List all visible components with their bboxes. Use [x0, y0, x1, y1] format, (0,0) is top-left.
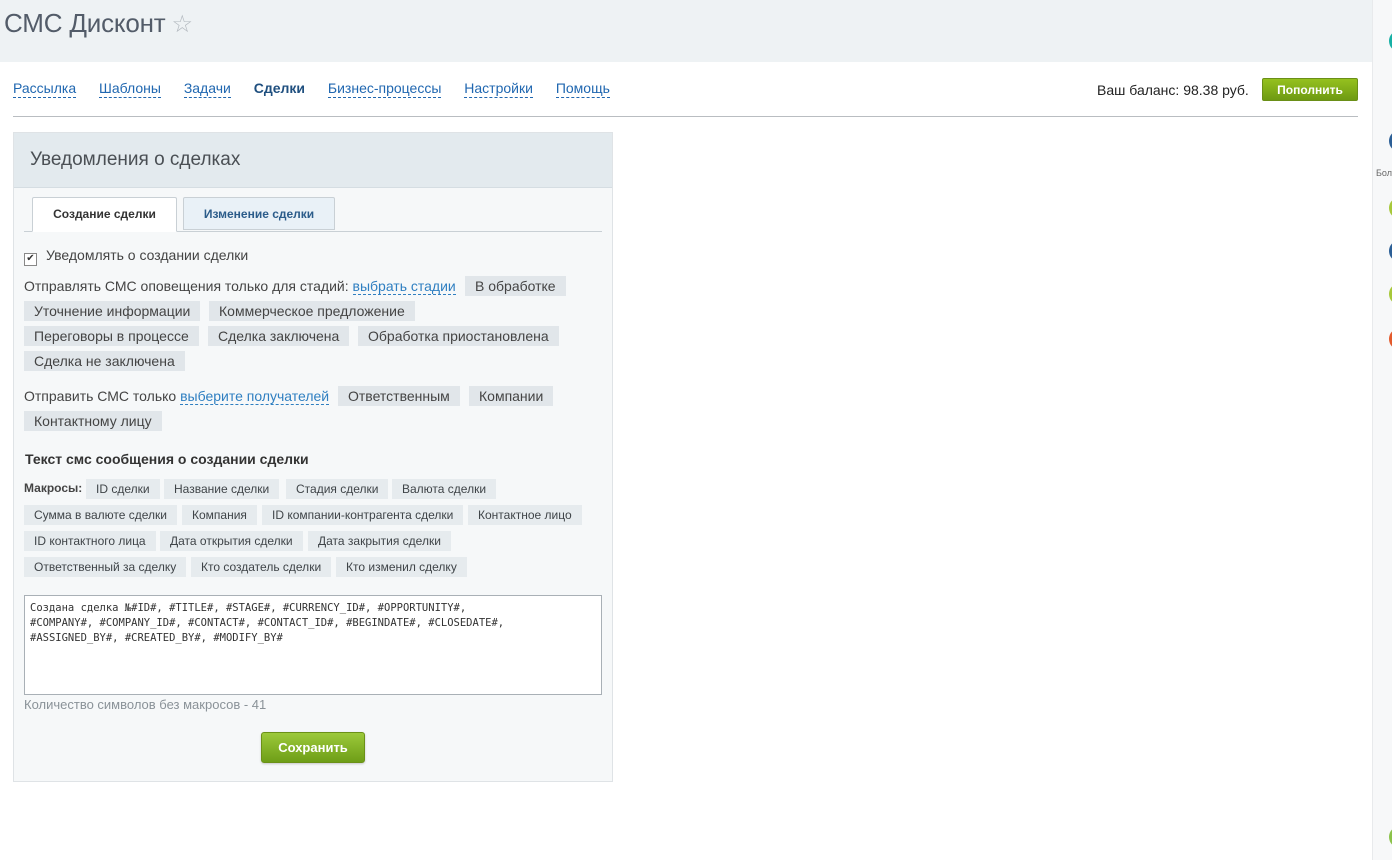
nav-item-deals[interactable]: Сделки: [254, 80, 305, 97]
macro-chip[interactable]: Дата открытия сделки: [160, 531, 303, 551]
macro-chip[interactable]: ID контактного лица: [24, 531, 156, 551]
page-title: СМС Дисконт ☆: [4, 8, 193, 39]
nav-item-tasks[interactable]: Задачи: [183, 80, 231, 98]
macro-chip[interactable]: Кто создатель сделки: [191, 557, 332, 577]
stage-chip[interactable]: Сделка не заключена: [24, 351, 185, 371]
sms-message-textarea[interactable]: Создана сделка №#ID#, #TITLE#, #STAGE#, …: [24, 595, 602, 695]
char-counter: Количество символов без макросов - 41: [24, 697, 267, 712]
macro-chip[interactable]: Стадия сделки: [286, 479, 389, 499]
recipient-chip[interactable]: Ответственным: [338, 386, 460, 406]
top-bar: СМС Дисконт ☆: [0, 0, 1372, 62]
stage-chip[interactable]: Обработка приостановлена: [358, 326, 559, 346]
macro-chip[interactable]: Контактное лицо: [468, 505, 582, 525]
notify-row: ✔ Уведомлять о создании сделки: [24, 247, 248, 266]
recipients-row: Отправить СМС только выберите получателе…: [24, 388, 330, 405]
recipient-chip[interactable]: Контактному лицу: [24, 411, 162, 431]
notify-label: Уведомлять о создании сделки: [46, 247, 249, 263]
macro-chip[interactable]: ID сделки: [86, 479, 160, 499]
stage-chip[interactable]: Переговоры в процессе: [24, 326, 199, 346]
stages-prefix: Отправлять СМС оповещения только для ста…: [24, 278, 349, 294]
stage-chip[interactable]: Коммерческое предложение: [209, 301, 415, 321]
deal-notifications-panel: Уведомления о сделках Создание сделки Из…: [13, 132, 613, 782]
nav-item-help[interactable]: Помощь: [555, 80, 610, 98]
macro-chip[interactable]: Дата закрытия сделки: [308, 531, 451, 551]
macro-chip[interactable]: Ответственный за сделку: [24, 557, 187, 577]
tab-create-deal[interactable]: Создание сделки: [32, 197, 177, 232]
nav-item-business-processes[interactable]: Бизнес-процессы: [327, 80, 442, 98]
right-sidebar-strip: Бол: [1372, 0, 1392, 860]
stage-chip[interactable]: Сделка заключена: [208, 326, 350, 346]
stages-row: Отправлять СМС оповещения только для ста…: [24, 278, 456, 295]
macro-chip[interactable]: Название сделки: [164, 479, 280, 499]
macro-chip[interactable]: Компания: [182, 505, 257, 525]
topup-button[interactable]: Пополнить: [1262, 78, 1358, 101]
tabs: Создание сделки Изменение сделки: [24, 196, 602, 232]
macro-chip[interactable]: ID компании-контрагента сделки: [262, 505, 464, 525]
macro-chip[interactable]: Валюта сделки: [392, 479, 497, 499]
app-title-text: СМС Дисконт: [4, 8, 166, 38]
divider: [13, 116, 1358, 117]
stage-chip[interactable]: В обработке: [465, 276, 566, 296]
recipient-chip[interactable]: Компании: [469, 386, 554, 406]
main-nav: Рассылка Шаблоны Задачи Сделки Бизнес-пр…: [13, 80, 629, 100]
macro-chip[interactable]: Сумма в валюте сделки: [24, 505, 178, 525]
macro-chip[interactable]: Кто изменил сделку: [336, 557, 467, 577]
nav-item-templates[interactable]: Шаблоны: [99, 80, 161, 98]
sms-text-title: Текст смс сообщения о создании сделки: [25, 451, 309, 467]
strip-label: Бол: [1376, 168, 1392, 178]
recipients-prefix: Отправить СМС только: [24, 388, 177, 404]
tab-change-deal[interactable]: Изменение сделки: [183, 197, 335, 230]
star-icon[interactable]: ☆: [171, 11, 193, 38]
nav-item-mailing[interactable]: Рассылка: [13, 80, 77, 98]
select-stages-link[interactable]: выбрать стадии: [352, 278, 456, 295]
save-button[interactable]: Сохранить: [261, 732, 365, 763]
nav-item-settings[interactable]: Настройки: [464, 80, 533, 98]
select-recipients-link[interactable]: выберите получателей: [180, 388, 330, 405]
stage-chip[interactable]: Уточнение информации: [24, 301, 201, 321]
balance-text: Ваш баланс: 98.38 руб.: [1097, 82, 1249, 98]
panel-title: Уведомления о сделках: [14, 133, 612, 188]
notify-checkbox[interactable]: ✔: [24, 253, 37, 266]
macros-label: Макросы:: [24, 481, 83, 495]
